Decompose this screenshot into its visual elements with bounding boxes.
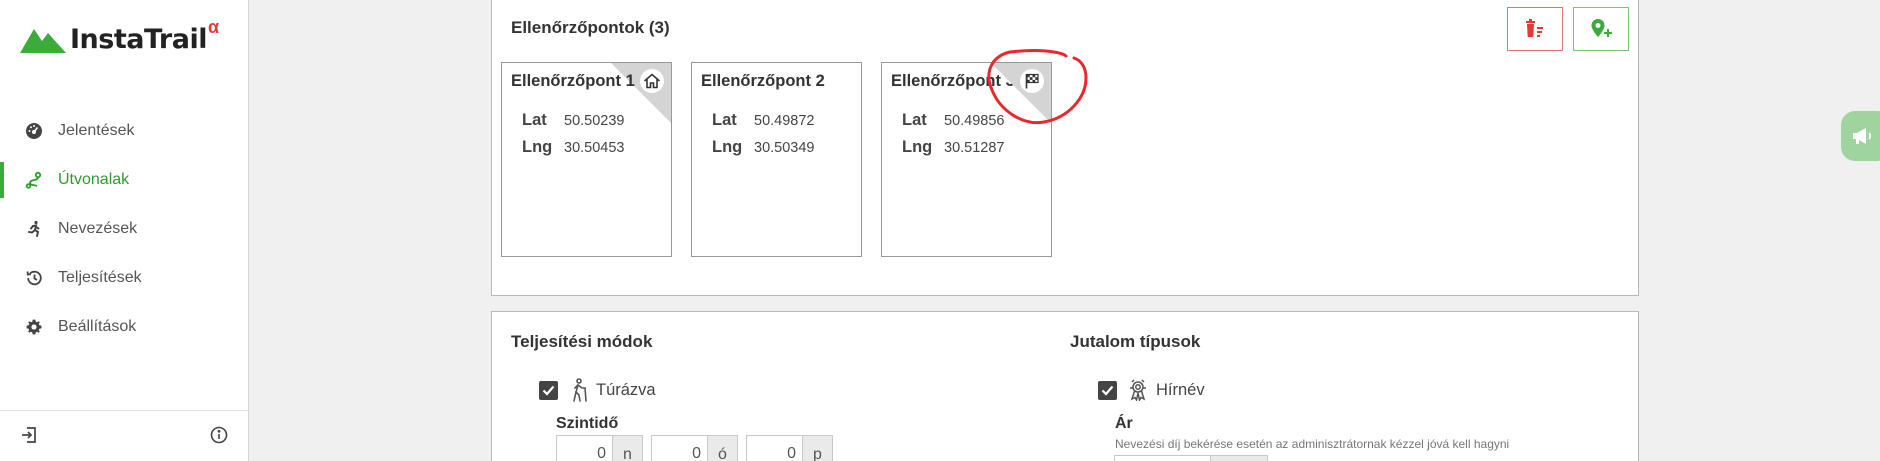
lat-label: Lat <box>712 111 737 129</box>
medal-icon <box>1128 379 1148 406</box>
megaphone-icon <box>1853 128 1871 144</box>
lng-label: Lng <box>902 138 933 156</box>
sidebar: InstaTrail α Jelentések Útvonalak Nevezé… <box>0 0 249 461</box>
checkpoint-lng-row: Lng 30.50349 <box>712 138 814 157</box>
info-icon[interactable] <box>210 426 228 444</box>
checkpoint-name: Ellenőrzőpont 2 <box>701 72 825 90</box>
sidebar-footer <box>0 410 248 461</box>
sidebar-item-reports[interactable]: Jelentések <box>0 106 248 155</box>
time-hours-value: 0 <box>692 445 701 461</box>
delete-checkpoints-button[interactable] <box>1507 7 1563 51</box>
sidebar-item-label: Beállítások <box>58 317 137 335</box>
runner-icon <box>25 220 43 238</box>
time-days-value: 0 <box>597 445 606 461</box>
hiking-checkbox[interactable] <box>539 381 558 400</box>
time-minutes-input[interactable]: 0 <box>746 435 803 461</box>
reputation-checkbox[interactable] <box>1098 381 1117 400</box>
dashboard-icon <box>25 122 43 140</box>
completion-modes-title: Teljesítési módok <box>511 332 653 351</box>
price-addon <box>1210 455 1268 461</box>
checkpoint-card-2[interactable]: Ellenőrzőpont 2 Lat 50.49872 Lng 30.5034… <box>691 62 862 257</box>
add-checkpoint-button[interactable] <box>1573 7 1629 51</box>
lat-label: Lat <box>522 111 547 129</box>
lat-value: 50.49856 <box>944 113 1005 129</box>
mountain-logo-icon <box>20 28 66 53</box>
time-hours-unit: ó <box>708 435 738 461</box>
time-days-unit: n <box>613 435 643 461</box>
home-icon <box>640 69 664 93</box>
reward-types-title: Jutalom típusok <box>1070 332 1201 351</box>
time-hours-input[interactable]: 0 <box>651 435 708 461</box>
checkpoint-lat-row: Lat 50.49872 <box>712 111 814 130</box>
checkered-flag-icon <box>1020 69 1044 93</box>
logout-icon[interactable] <box>20 426 38 444</box>
lng-value: 30.50349 <box>754 140 815 156</box>
lng-value: 30.51287 <box>944 140 1005 156</box>
lng-label: Lng <box>522 138 553 156</box>
sidebar-item-entries[interactable]: Nevezések <box>0 204 248 253</box>
sidebar-item-routes[interactable]: Útvonalak <box>0 155 248 204</box>
lat-value: 50.49872 <box>754 113 815 129</box>
sidebar-item-label: Útvonalak <box>58 170 130 188</box>
checkpoint-lat-row: Lat 50.50239 <box>522 111 624 130</box>
checkpoint-card-3[interactable]: Ellenőrzőpont 3 Lat 50.49856 Lng 30.5128… <box>881 62 1052 257</box>
sidebar-item-completions[interactable]: Teljesítések <box>0 253 248 302</box>
trash-list-icon <box>1526 19 1543 37</box>
lng-label: Lng <box>712 138 743 156</box>
lat-value: 50.50239 <box>564 113 625 129</box>
history-icon <box>25 269 43 287</box>
price-hint: Nevezési díj bekérése esetén az adminisz… <box>1115 437 1510 451</box>
sidebar-item-settings[interactable]: Beállítások <box>0 302 248 351</box>
checkpoints-title: Ellenőrzőpontok (3) <box>511 18 670 37</box>
route-icon <box>25 171 43 189</box>
checkpoint-card-1[interactable]: Ellenőrzőpont 1 Lat 50.50239 Lng 30.5045… <box>501 62 672 257</box>
add-location-icon <box>1591 19 1612 37</box>
checkpoint-lng-row: Lng 30.50453 <box>522 138 624 157</box>
time-minutes-unit: p <box>803 435 833 461</box>
reputation-label: Hírnév <box>1156 381 1205 399</box>
lng-value: 30.50453 <box>564 140 625 156</box>
checkpoint-lat-row: Lat 50.49856 <box>902 111 1004 130</box>
app-name: InstaTrail <box>70 24 207 55</box>
hiking-label: Túrázva <box>596 381 656 399</box>
feedback-button[interactable] <box>1841 111 1880 161</box>
time-minutes-value: 0 <box>787 445 796 461</box>
lat-label: Lat <box>902 111 927 129</box>
time-limit-label: Szintidő <box>556 415 619 432</box>
checkpoint-lng-row: Lng 30.51287 <box>902 138 1004 157</box>
app-superscript: α <box>207 17 220 37</box>
sidebar-item-label: Teljesítések <box>58 268 142 286</box>
sidebar-item-label: Nevezések <box>58 219 138 237</box>
hiking-icon <box>570 378 588 407</box>
sidebar-nav: Jelentések Útvonalak Nevezések Teljesíté… <box>0 106 248 351</box>
price-label: Ár <box>1115 415 1133 432</box>
sidebar-item-label: Jelentések <box>58 121 135 139</box>
price-input[interactable] <box>1114 455 1214 461</box>
app-logo[interactable]: InstaTrail α <box>20 17 219 55</box>
gear-icon <box>25 318 43 336</box>
checkpoint-name: Ellenőrzőpont 1 <box>511 72 635 90</box>
time-days-input[interactable]: 0 <box>556 435 613 461</box>
